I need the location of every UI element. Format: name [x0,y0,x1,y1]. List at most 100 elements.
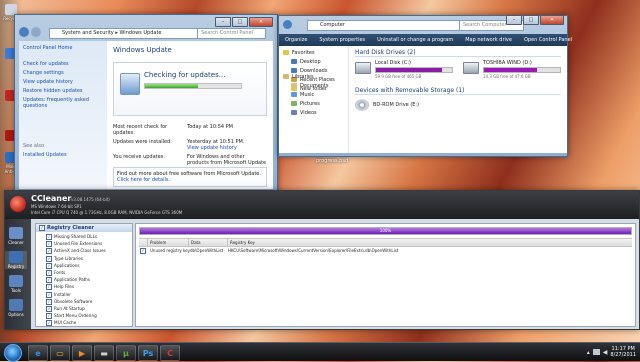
option-checkbox[interactable]: ✓ [46,305,52,312]
option-label: Unused File Extensions [54,241,103,247]
option-label: Fonts [54,269,66,275]
sidebar-link[interactable]: Control Panel Home [23,45,103,51]
registry-option[interactable]: ✓ MUI Cache [46,319,132,326]
registry-option[interactable]: ✓ Applications [46,262,132,269]
registry-option[interactable]: ✓ Application Paths [46,276,132,284]
option-checkbox[interactable]: ✓ [46,248,52,255]
drive-usage-fill [376,68,443,72]
registry-header-checkbox[interactable]: ✓ [39,224,45,231]
registry-option[interactable]: ✓ Unused File Extensions [46,240,132,248]
details-link[interactable]: Click here for details. [117,177,263,183]
minimize-button[interactable]: – [215,17,231,27]
row-checkbox[interactable]: ✓ [140,248,146,254]
close-button[interactable]: ✕ [249,17,273,27]
nav-item[interactable]: Pictures [283,100,348,109]
taskbar-app[interactable]: µ [116,345,136,361]
option-checkbox[interactable]: ✓ [46,277,52,284]
registry-option[interactable]: ✓ Fonts [46,269,132,276]
back-button[interactable] [19,27,29,37]
registry-option[interactable]: ✓ ActiveX and Class Issues [46,247,132,255]
option-label: Run At Startup [54,305,85,311]
option-label: ActiveX and Class Issues [54,248,106,254]
nav-item[interactable]: Desktop [283,58,348,67]
nav-registry[interactable]: Registry [5,251,27,269]
option-checkbox[interactable]: ✓ [46,241,52,248]
sidebar-link[interactable]: Check for updates [23,61,103,67]
drive-tile[interactable]: Local Disk (C:) 59.9 GB free of 465 GB [355,60,453,79]
start-button[interactable] [4,344,22,362]
hard-drive-icon [463,62,479,74]
computer-body: Favorites Desktop Downloads Recent Places N… [279,46,567,153]
sidebar-link[interactable]: Restore hidden updates [23,88,103,94]
computer-window[interactable]: Computer Search Computer – □ ✕ Organize Sys… [278,15,572,157]
taskbar-app[interactable]: e [28,345,48,361]
minimize-button[interactable]: – [506,15,522,25]
column-header[interactable]: Registry Key [227,239,255,246]
drive-info: Local Disk (C:) 59.9 GB free of 465 GB [375,60,453,79]
column-header[interactable]: Problem [147,239,188,246]
tray-arrow-icon[interactable]: ▴ [587,349,590,356]
option-checkbox[interactable]: ✓ [46,284,52,291]
nav-item[interactable]: Documents [283,82,348,91]
option-checkbox[interactable]: ✓ [46,262,52,269]
windows-update-window[interactable]: System and Security ▸ Windows Update Sea… [14,14,278,194]
option-checkbox[interactable]: ✓ [46,298,52,305]
nav-options[interactable]: Options [5,299,27,317]
close-button[interactable]: ✕ [540,15,564,25]
taskbar-app[interactable]: ▭ [50,345,70,361]
option-checkbox[interactable]: ✓ [46,313,52,320]
registry-option[interactable]: ✓ Start Menu Ordering [46,312,132,320]
maximize-button[interactable]: □ [523,15,539,25]
taskbar-app[interactable]: C [160,345,180,361]
bd-rom-drive[interactable]: BD-ROM Drive (E:) [355,99,561,111]
view-history-link[interactable]: View update history [187,145,267,151]
option-checkbox[interactable]: ✓ [46,255,52,262]
nav-cleaner[interactable]: Cleaner [5,227,27,245]
toolbar-button[interactable]: Open Control Panel [518,37,578,43]
sidebar-link[interactable]: Updates: frequently asked questions [23,97,103,109]
maximize-button[interactable]: □ [232,17,248,27]
clock[interactable]: 11:17 PM 8/27/2011 [610,346,636,358]
registry-option[interactable]: ✓ Obsolete Software [46,298,132,305]
address-bar[interactable]: Computer [307,20,469,31]
toolbar-button[interactable]: Organize [279,37,313,43]
drive-tile[interactable]: TOSHIBA WIND (D:) 14.3 GB free of 47.6 GB [463,60,561,79]
registry-option[interactable]: ✓ Run At Startup [46,305,132,312]
ccleaner-window[interactable]: CCleaner v3.08.1475 (64-bit) MS Windows … [4,190,640,330]
breadcrumb-2[interactable]: Windows Update [119,30,161,36]
option-checkbox[interactable]: ✓ [46,269,52,276]
breadcrumb-1[interactable]: System and Security [62,30,114,36]
result-row[interactable]: ✓ Unused registry key db\OpenWithList HKCU\… [139,247,632,254]
taskbar-app[interactable]: ▶ [72,345,92,361]
registry-option[interactable]: ✓ Help Files [46,283,132,291]
nav-tools[interactable]: Tools [5,275,27,293]
installed-updates-link[interactable]: Installed Updates [23,152,103,158]
address-bar[interactable]: System and Security ▸ Windows Update [49,28,207,39]
search-input[interactable]: Search Control Panel [197,28,266,39]
toolbar-button[interactable]: System properties [313,37,371,43]
update-info: Most recent check for updates: Today at 1… [113,124,267,166]
taskbar-app[interactable]: ▬ [94,345,114,361]
address-text[interactable]: Computer [320,22,345,28]
column-header[interactable]: Data [188,239,227,246]
desktop-file-label[interactable]: progress.psd [316,158,348,164]
forward-button[interactable] [31,27,41,37]
favorites-header[interactable]: Favorites [283,49,348,58]
option-checkbox[interactable]: ✓ [46,234,52,240]
back-button[interactable] [283,20,292,29]
option-checkbox[interactable]: ✓ [46,320,52,326]
volume-icon[interactable]: ◀ [603,349,608,356]
nav-item-label: Documents [300,83,329,89]
registry-option[interactable]: ✓ Type Libraries [46,255,132,262]
option-checkbox[interactable]: ✓ [46,291,52,298]
registry-option[interactable]: ✓ Installer [46,291,132,298]
toolbar-button[interactable]: Map network drive [459,37,518,43]
info-label: You receive updates: [113,154,165,160]
taskbar-app[interactable]: Ps [138,345,158,361]
sidebar-link[interactable]: View update history [23,79,103,85]
sidebar-link[interactable]: Change settings [23,70,103,76]
nav-item[interactable]: Videos [283,109,348,118]
registry-option[interactable]: ✓ Missing Shared DLLs [46,233,132,240]
toolbar-button[interactable]: Uninstall or change a program [371,37,459,43]
network-icon[interactable] [592,349,600,355]
